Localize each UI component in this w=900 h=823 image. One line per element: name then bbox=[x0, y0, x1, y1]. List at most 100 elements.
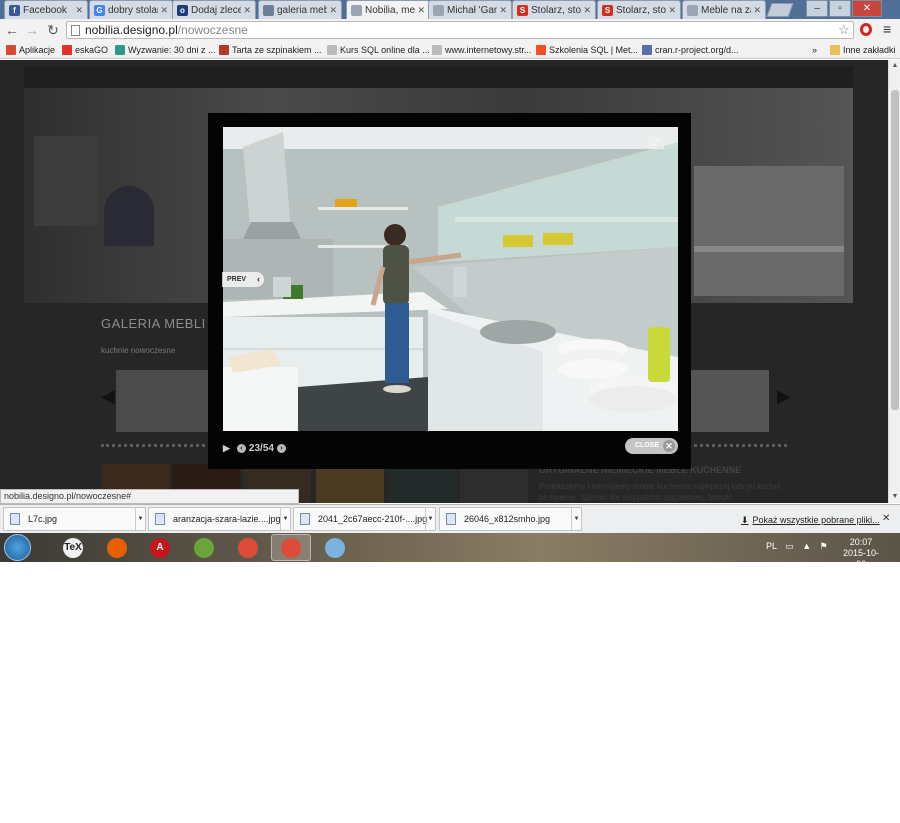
lightbox bbox=[208, 113, 691, 469]
tab[interactable]: Nobilia, meb ✕ bbox=[346, 0, 430, 20]
other-bookmarks-folder[interactable]: Inne zakładki bbox=[830, 43, 896, 57]
swatch[interactable] bbox=[460, 464, 528, 503]
r-icon bbox=[642, 45, 652, 55]
download-filename: 26046_x812smho.jpg bbox=[464, 514, 551, 524]
page-icon bbox=[71, 25, 80, 36]
download-item[interactable]: 2041_2c67aecc-210f-....jpg ▼ bbox=[293, 507, 436, 531]
tab-label: Nobilia, meb bbox=[365, 5, 416, 16]
taskbar-app[interactable] bbox=[315, 534, 355, 561]
taskbar-app[interactable] bbox=[228, 534, 268, 561]
tab-close-icon[interactable]: ✕ bbox=[417, 5, 425, 16]
taskbar-app[interactable] bbox=[271, 534, 311, 561]
windows-start-icon[interactable] bbox=[4, 534, 31, 561]
tab-close-icon[interactable]: ✕ bbox=[75, 5, 83, 16]
taskbar-app[interactable]: A bbox=[140, 534, 180, 561]
download-item[interactable]: 26046_x812smho.jpg ▼ bbox=[439, 507, 582, 531]
thumbs-prev-arrow-icon[interactable]: ◀ bbox=[101, 386, 115, 407]
close-icon: ✕ bbox=[663, 440, 675, 452]
bookmark[interactable]: Wyzwanie: 30 dni z ... bbox=[115, 43, 215, 57]
tab-close-icon[interactable]: ✕ bbox=[583, 5, 591, 16]
taskbar-app[interactable]: TeX bbox=[53, 534, 93, 561]
clock[interactable]: 20:07 2015-10-06 bbox=[838, 537, 884, 562]
back-arrow-icon[interactable]: ← bbox=[3, 21, 21, 39]
tab-close-icon[interactable]: ✕ bbox=[668, 5, 676, 16]
show-hidden-icons-icon[interactable]: ▲ bbox=[802, 541, 811, 551]
bookmark-star-icon[interactable]: ☆ bbox=[838, 22, 850, 38]
close-window-button[interactable]: ✕ bbox=[852, 0, 882, 17]
bookmark[interactable]: cran.r-project.org/d... bbox=[642, 43, 739, 57]
bookmark[interactable]: Szkolenia SQL | Met... bbox=[536, 43, 638, 57]
maximize-button[interactable]: ▫ bbox=[829, 0, 851, 17]
tab-close-icon[interactable]: ✕ bbox=[243, 5, 251, 16]
scroll-down-icon[interactable]: ▼ bbox=[889, 491, 900, 503]
page-scrollbar[interactable]: ▲ ▼ bbox=[888, 60, 900, 503]
tab[interactable]: f Facebook ✕ bbox=[4, 0, 88, 19]
tile-icon bbox=[115, 45, 125, 55]
bookmark[interactable]: Tarta ze szpinakiem ... bbox=[219, 43, 322, 57]
tab[interactable]: Meble na za ✕ bbox=[682, 0, 766, 19]
download-filename: 2041_2c67aecc-210f-....jpg bbox=[318, 514, 428, 524]
bookmark[interactable]: Aplikacje bbox=[6, 43, 55, 57]
swatch[interactable] bbox=[316, 464, 384, 503]
address-bar[interactable]: nobilia.designo.pl/nowoczesne bbox=[66, 21, 854, 39]
opera-extension-icon[interactable] bbox=[860, 23, 872, 36]
menu-icon[interactable]: ≡ bbox=[883, 21, 891, 37]
next-image-icon[interactable]: › bbox=[276, 443, 286, 453]
tab-label: dobry stolar bbox=[108, 4, 159, 16]
action-center-flag-icon[interactable]: ⚑ bbox=[820, 541, 828, 551]
chevron-left-icon: ‹ bbox=[257, 274, 260, 284]
tab[interactable]: S Stolarz, stoli ✕ bbox=[512, 0, 596, 19]
chart-app-icon bbox=[194, 537, 214, 558]
forward-arrow-icon[interactable]: → bbox=[23, 21, 41, 39]
lightbox-close-button[interactable]: CLOSE ✕ bbox=[625, 438, 678, 454]
screen: fFacebook✕Gdobry stolar✕oDodaj zlecen✕ga… bbox=[0, 0, 900, 562]
tab-close-icon[interactable]: ✕ bbox=[329, 5, 337, 16]
taskbar-app[interactable] bbox=[184, 534, 224, 561]
new-tab-button[interactable] bbox=[766, 3, 794, 17]
bookmark-label: Kurs SQL online dla ... bbox=[340, 45, 430, 55]
show-all-downloads-link[interactable]: ⬇ Pokaż wszystkie pobrane pliki... bbox=[741, 515, 880, 526]
network-icon[interactable]: ▭ bbox=[785, 541, 794, 551]
swatch[interactable] bbox=[389, 464, 457, 503]
download-options-chevron-icon[interactable]: ▼ bbox=[135, 508, 145, 530]
tab-label: galeria mebl bbox=[277, 4, 328, 16]
download-options-chevron-icon[interactable]: ▼ bbox=[280, 508, 290, 530]
bookmark[interactable]: Kurs SQL online dla ... bbox=[327, 43, 430, 57]
tab[interactable]: S Stolarz, stoli ✕ bbox=[597, 0, 681, 19]
thumbs-next-arrow-icon[interactable]: ▶ bbox=[777, 386, 791, 407]
clock-time: 20:07 bbox=[849, 537, 873, 547]
thumbnail[interactable] bbox=[686, 370, 769, 432]
download-options-chevron-icon[interactable]: ▼ bbox=[425, 508, 435, 530]
tab-label: Meble na za bbox=[701, 4, 752, 16]
tab[interactable]: Michał 'Garb ✕ bbox=[428, 0, 512, 19]
prev-button[interactable]: PREV ‹ bbox=[222, 272, 264, 287]
taskbar-app[interactable] bbox=[97, 534, 137, 561]
more-bookmarks-button[interactable]: » bbox=[812, 43, 817, 57]
reload-icon[interactable]: ↻ bbox=[44, 21, 62, 39]
bookmark[interactable]: eskaGO bbox=[62, 43, 108, 57]
page-icon bbox=[327, 45, 337, 55]
previous-image-icon[interactable]: ‹ bbox=[236, 443, 246, 453]
kitchen-photo bbox=[223, 127, 678, 431]
play-icon[interactable]: ▶ bbox=[223, 443, 230, 454]
bookmark[interactable]: www.internetowy.str... bbox=[432, 43, 531, 57]
tab-close-icon[interactable]: ✕ bbox=[753, 5, 761, 16]
download-item[interactable]: aranzacja-szara-lazie....jpg ▼ bbox=[148, 507, 291, 531]
windows-icon bbox=[536, 45, 546, 55]
download-options-chevron-icon[interactable]: ▼ bbox=[571, 508, 581, 530]
tab[interactable]: galeria mebl ✕ bbox=[258, 0, 342, 19]
tab-close-icon[interactable]: ✕ bbox=[499, 5, 507, 16]
scroll-thumb[interactable] bbox=[891, 90, 899, 410]
language-indicator[interactable]: PL bbox=[766, 541, 777, 551]
system-tray: PL ▭ ▲ ⚑ bbox=[766, 541, 828, 552]
expand-icon[interactable]: ⤢ bbox=[648, 135, 664, 149]
thumbnail[interactable] bbox=[116, 370, 216, 432]
bookmarks-bar: Aplikacje eskaGO Wyzwanie: 30 dni z ... Tar… bbox=[0, 41, 900, 59]
minimize-button[interactable]: – bbox=[806, 0, 828, 17]
tab[interactable]: oDodaj zlecen✕ bbox=[172, 0, 256, 19]
tab[interactable]: Gdobry stolar ✕ bbox=[89, 0, 173, 19]
scroll-up-icon[interactable]: ▲ bbox=[889, 60, 900, 72]
close-download-shelf-icon[interactable]: ✕ bbox=[882, 513, 890, 524]
download-item[interactable]: L7c.jpg ▼ bbox=[3, 507, 146, 531]
tab-close-icon[interactable]: ✕ bbox=[160, 5, 168, 16]
